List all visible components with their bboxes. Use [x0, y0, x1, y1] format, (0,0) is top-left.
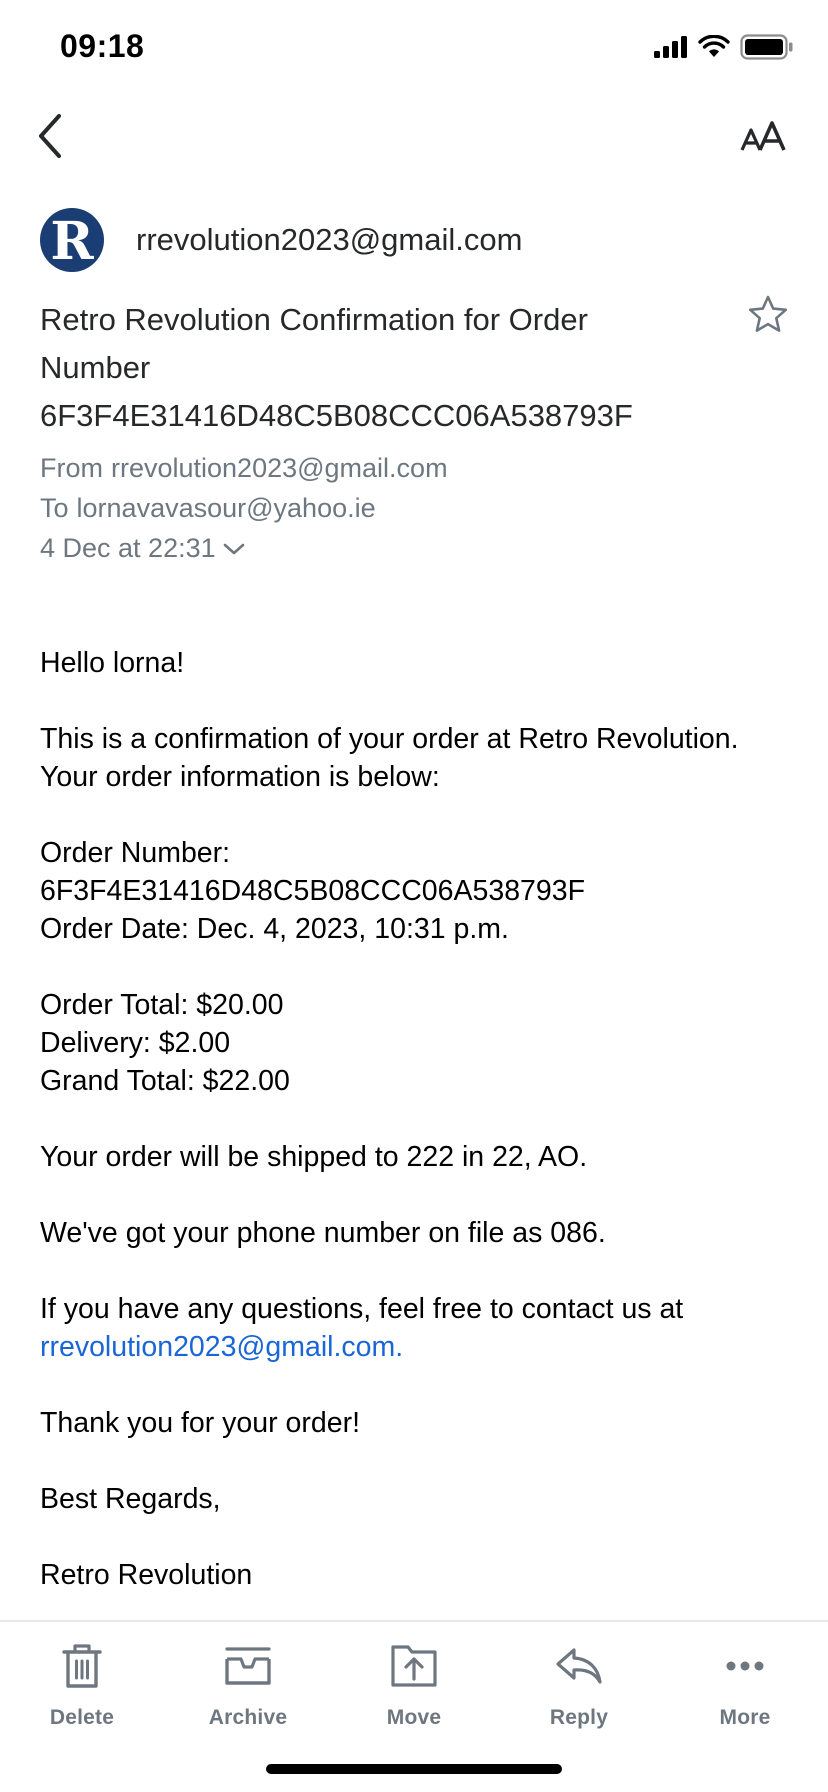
- chevron-left-icon: [35, 112, 65, 165]
- phone-paragraph: We've got your phone number on file as 0…: [40, 1214, 800, 1252]
- thanks-text: Thank you for your order!: [40, 1407, 360, 1439]
- avatar-initial: R: [50, 211, 94, 272]
- intro-line: Your order information is below:: [40, 761, 440, 793]
- more-label: More: [719, 1706, 771, 1729]
- email-body: Hello lorna! This is a confirmation of y…: [40, 644, 800, 1632]
- phone-info: We've got your phone number on file as 0…: [40, 1217, 606, 1249]
- move-button[interactable]: Move: [349, 1638, 479, 1748]
- sender-name[interactable]: rrevolution2023@gmail.com: [136, 222, 522, 258]
- order-number: 6F3F4E31416D48C5B08CCC06A538793F: [40, 875, 586, 907]
- subject-line: Number: [40, 350, 151, 385]
- from-row: From rrevolution2023@gmail.com: [40, 448, 448, 488]
- text-size-button[interactable]: [736, 112, 792, 164]
- greeting: Hello lorna!: [40, 647, 185, 679]
- more-icon: [717, 1638, 773, 1694]
- email-date: 4 Dec at 22:31: [40, 533, 216, 563]
- star-icon: [748, 295, 788, 338]
- date-details-toggle[interactable]: 4 Dec at 22:31: [40, 528, 448, 568]
- move-label: Move: [386, 1706, 442, 1729]
- order-total: Order Total: $20.00: [40, 989, 284, 1021]
- archive-button[interactable]: Archive: [183, 1638, 313, 1748]
- email-subject: Retro Revolution Confirmation for Order …: [40, 296, 680, 440]
- nav-bar: [0, 100, 828, 180]
- subject-line: Retro Revolution Confirmation for Order: [40, 302, 588, 337]
- battery-icon: [740, 33, 794, 65]
- regards-paragraph: Best Regards,: [40, 1480, 800, 1518]
- subject-line: 6F3F4E31416D48C5B08CCC06A538793F: [40, 398, 633, 433]
- intro-line: This is a confirmation of your order at …: [40, 723, 739, 755]
- home-indicator[interactable]: [266, 1764, 562, 1774]
- order-number-label: Order Number:: [40, 837, 231, 869]
- email-meta: From rrevolution2023@gmail.com To lornav…: [40, 448, 448, 568]
- greeting-paragraph: Hello lorna!: [40, 644, 800, 682]
- chevron-down-icon: [222, 528, 246, 568]
- archive-icon: [220, 1638, 276, 1694]
- intro-paragraph: This is a confirmation of your order at …: [40, 720, 800, 796]
- to-label: To: [40, 493, 69, 523]
- more-button[interactable]: More: [680, 1638, 810, 1748]
- status-time: 09:18: [60, 28, 145, 64]
- shipping-paragraph: Your order will be shipped to 222 in 22,…: [40, 1138, 800, 1176]
- reply-label: Reply: [549, 1706, 609, 1729]
- delete-label: Delete: [49, 1706, 115, 1729]
- totals-paragraph: Order Total: $20.00 Delivery: $2.00 Gran…: [40, 986, 800, 1100]
- signature-paragraph: Retro Revolution: [40, 1556, 800, 1594]
- shipping-info: Your order will be shipped to 222 in 22,…: [40, 1141, 588, 1173]
- status-bar: 09:18: [0, 0, 828, 100]
- from-address[interactable]: rrevolution2023@gmail.com: [111, 448, 448, 488]
- questions-text: If you have any questions, feel free to …: [40, 1293, 684, 1325]
- delete-button[interactable]: Delete: [17, 1638, 147, 1748]
- wifi-icon: [698, 34, 730, 64]
- contact-email-link[interactable]: rrevolution2023@gmail.com.: [40, 1328, 800, 1366]
- text-size-icon: [740, 120, 788, 157]
- back-button[interactable]: [28, 112, 72, 164]
- star-button[interactable]: [746, 294, 790, 338]
- questions-paragraph: If you have any questions, feel free to …: [40, 1290, 800, 1366]
- trash-icon: [54, 1638, 110, 1694]
- regards-text: Best Regards,: [40, 1483, 221, 1515]
- status-icons: [654, 33, 794, 65]
- delivery-cost: Delivery: $2.00: [40, 1027, 231, 1059]
- signal-icon: [654, 35, 688, 63]
- move-icon: [386, 1638, 442, 1694]
- sender-avatar[interactable]: R: [40, 208, 104, 272]
- reply-button[interactable]: Reply: [514, 1638, 644, 1748]
- archive-label: Archive: [208, 1706, 288, 1729]
- to-address[interactable]: lornavavasour@yahoo.ie: [77, 488, 376, 528]
- thanks-paragraph: Thank you for your order!: [40, 1404, 800, 1442]
- reply-icon: [551, 1638, 607, 1694]
- grand-total: Grand Total: $22.00: [40, 1065, 290, 1097]
- to-row: To lornavavasour@yahoo.ie: [40, 488, 448, 528]
- order-info-paragraph: Order Number: 6F3F4E31416D48C5B08CCC06A5…: [40, 834, 800, 948]
- from-label: From: [40, 453, 103, 483]
- signature-text: Retro Revolution: [40, 1559, 253, 1591]
- order-date: Order Date: Dec. 4, 2023, 10:31 p.m.: [40, 913, 509, 945]
- email-screen: 09:18 R rrevolution2023@gmail.com Retro …: [0, 0, 828, 1792]
